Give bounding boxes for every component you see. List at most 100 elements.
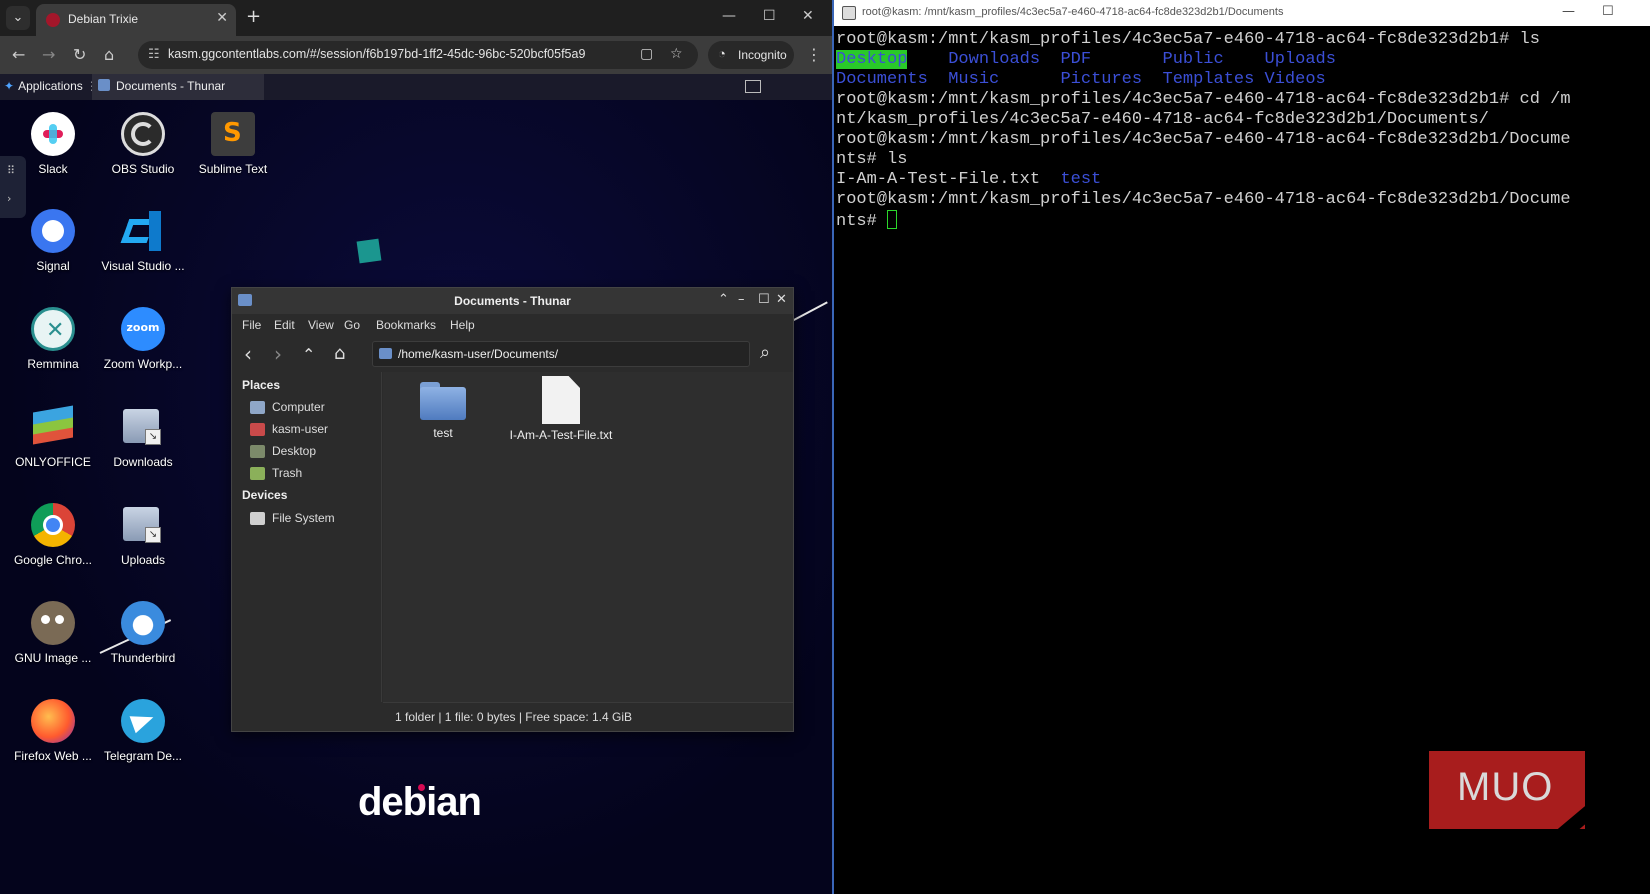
terminal-line: I-Am-A-Test-File.txt test (836, 170, 1101, 190)
thunar-location-bar: ‹ › ⌃ ⌂ /home/kasm-user/Documents/ ⌕ (232, 336, 793, 372)
desktop-icon-label: GNU Image ... (14, 651, 92, 665)
terminal-line: root@kasm:/mnt/kasm_profiles/4c3ec5a7-e4… (836, 190, 1571, 209)
site-info-icon[interactable]: ☷ (148, 47, 160, 62)
remmina-icon: ✕ (31, 307, 75, 351)
desktop-icon-remmina[interactable]: ✕ Remmina (8, 307, 98, 371)
desktop-icon-downloads[interactable]: ↘ Downloads (98, 405, 188, 469)
thunar-titlebar[interactable]: Documents - Thunar ⌃ – ☐ ✕ (232, 288, 793, 314)
ls-dir-entry: Templates (1162, 70, 1255, 89)
firefox-icon (31, 699, 75, 743)
home-icon[interactable]: ⌂ (104, 45, 114, 64)
new-tab-button[interactable]: + (246, 6, 261, 27)
thunderbird-icon (121, 601, 165, 645)
back-arrow-icon[interactable]: ← (12, 45, 25, 64)
desktop-icon-slack[interactable]: Slack (8, 112, 98, 176)
address-bar[interactable]: ☷ kasm.ggcontentlabs.com/#/session/f6b19… (138, 41, 698, 69)
sublime-icon: S (211, 112, 255, 156)
desktop-icon-chrome[interactable]: Google Chro... (8, 503, 98, 567)
tab-close-icon[interactable]: ✕ (216, 10, 228, 26)
show-desktop-icon[interactable] (745, 80, 761, 93)
terminal-cursor (887, 210, 898, 229)
back-arrow-icon[interactable]: ‹ (244, 342, 252, 366)
ls-dir-entry: test (1060, 170, 1102, 189)
gimp-icon (31, 601, 75, 645)
path-text: /home/kasm-user/Documents/ (398, 347, 559, 361)
forward-arrow-icon[interactable]: › (274, 342, 282, 366)
chevron-up-icon[interactable]: ⌃ (718, 292, 729, 307)
reload-icon[interactable]: ↻ (73, 45, 86, 64)
maximize-button[interactable]: ☐ (1602, 4, 1614, 19)
more-menu-icon[interactable]: ⋮ (806, 45, 822, 64)
desktop-icon-label: Remmina (27, 357, 79, 371)
ls-dir-entry: Public (1162, 50, 1224, 69)
menu-file[interactable]: File (242, 318, 261, 332)
desktop-icon-firefox[interactable]: Firefox Web ... (8, 699, 98, 763)
maximize-button[interactable]: ☐ (763, 8, 776, 24)
chrome-icon (31, 503, 75, 547)
taskbar-item-thunar[interactable]: Documents - Thunar (92, 74, 264, 100)
desktop-icon-label: Uploads (120, 553, 166, 567)
obs-icon (121, 112, 165, 156)
menu-edit[interactable]: Edit (274, 318, 295, 332)
menu-help[interactable]: Help (450, 318, 475, 332)
desktop-icon-zoom[interactable]: zoom Zoom Workp... (98, 307, 188, 371)
file-item-test-folder[interactable]: test (383, 380, 503, 440)
terminal-line: root@kasm:/mnt/kasm_profiles/4c3ec5a7-e4… (836, 30, 1540, 49)
incognito-label: Incognito (738, 48, 787, 62)
sidebar-item-label: Computer (272, 400, 325, 414)
clipboard-icon[interactable]: ▢ (640, 46, 653, 62)
desktop-icon-onlyoffice[interactable]: ONLYOFFICE (8, 405, 98, 469)
maximize-button[interactable]: ☐ (758, 292, 770, 307)
desktop-icon-label: Signal (36, 259, 70, 273)
ls-file-entry: I-Am-A-Test-File.txt (836, 170, 1041, 189)
tab-bar: ⌄ Debian Trixie ✕ + — ☐ ✕ (0, 0, 832, 36)
desktop-icon-telegram[interactable]: Telegram De... (98, 699, 188, 763)
drive-icon (250, 512, 265, 525)
minimize-button[interactable]: — (1562, 4, 1575, 19)
tab-search-button[interactable]: ⌄ (6, 6, 30, 30)
computer-icon (250, 401, 265, 414)
wallpaper-decoration (356, 238, 382, 264)
search-icon[interactable]: ⌕ (760, 342, 770, 363)
desktop-icon-sublime[interactable]: S Sublime Text (188, 112, 278, 176)
file-item-text-file[interactable]: I-Am-A-Test-File.txt (501, 376, 621, 442)
terminal-ls-row: Desktop Downloads PDF Public Uploads (836, 50, 1336, 70)
terminal-app-icon (842, 6, 856, 20)
places-header: Places (242, 378, 281, 392)
path-input[interactable]: /home/kasm-user/Documents/ (372, 341, 750, 367)
forward-arrow-icon[interactable]: → (42, 45, 55, 64)
terminal-titlebar[interactable]: root@kasm: /mnt/kasm_profiles/4c3ec5a7-e… (834, 0, 1650, 26)
close-button[interactable]: ✕ (802, 8, 814, 24)
ls-dir-entry: Documents (836, 70, 928, 89)
desktop-icon-gimp[interactable]: GNU Image ... (8, 601, 98, 665)
xfce-icon: ✦ (4, 79, 15, 93)
file-item-label: I-Am-A-Test-File.txt (509, 428, 613, 442)
file-item-label: test (433, 426, 453, 440)
up-arrow-icon[interactable]: ⌃ (302, 345, 315, 364)
incognito-badge[interactable]: ◔ Incognito (708, 41, 794, 69)
minimize-button[interactable]: – (738, 292, 745, 307)
browser-tab[interactable]: Debian Trixie ✕ (36, 4, 236, 36)
home-icon[interactable]: ⌂ (334, 343, 345, 364)
text-file-icon (542, 376, 580, 424)
desktop-icon-uploads[interactable]: ↘ Uploads (98, 503, 188, 567)
folder-icon (420, 380, 466, 420)
close-button[interactable]: ✕ (776, 292, 787, 307)
vscode-icon (120, 209, 165, 253)
sidebar-item-label: Desktop (272, 444, 317, 458)
menu-bookmarks[interactable]: Bookmarks (376, 318, 436, 332)
applications-menu[interactable]: ✦ Applications ⋮ (4, 79, 98, 93)
minimize-button[interactable]: — (722, 8, 736, 24)
desktop-icon-label: OBS Studio (111, 162, 175, 176)
ls-dir-entry: PDF (1060, 50, 1092, 69)
bookmark-star-icon[interactable]: ☆ (670, 46, 683, 62)
telegram-icon (121, 699, 165, 743)
desktop-icon-obs[interactable]: OBS Studio (98, 112, 188, 176)
desktop-icon-vscode[interactable]: Visual Studio ... (98, 209, 188, 273)
desktop-icon-thunderbird[interactable]: Thunderbird (98, 601, 188, 665)
menu-go[interactable]: Go (344, 318, 360, 332)
desktop-icon-signal[interactable]: Signal (8, 209, 98, 273)
ls-dir-entry: Desktop (836, 50, 908, 69)
menu-view[interactable]: View (308, 318, 334, 332)
terminal-prompt: nts# (836, 212, 888, 231)
